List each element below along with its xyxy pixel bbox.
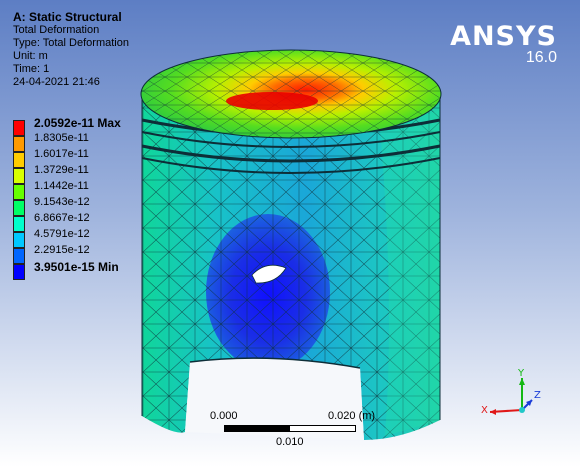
- graphics-viewport[interactable]: A: Static Structural Total Deformation T…: [0, 0, 580, 467]
- scale-bar-graphic: [224, 425, 356, 432]
- triad-x-label: X: [481, 405, 488, 416]
- triad-z-label: Z: [534, 390, 541, 401]
- triad-y-label: Y: [518, 368, 525, 379]
- scale-left-label: 0.000: [210, 410, 238, 422]
- scale-mid-label: 0.010: [276, 436, 304, 448]
- piston-crown: [140, 49, 442, 139]
- axis-triad[interactable]: X Y Z: [478, 368, 544, 420]
- piston-skirt: [141, 92, 441, 440]
- scale-bar: 0.000 0.020 (m) 0.010: [200, 408, 400, 453]
- scale-right-label: 0.020 (m): [328, 410, 376, 422]
